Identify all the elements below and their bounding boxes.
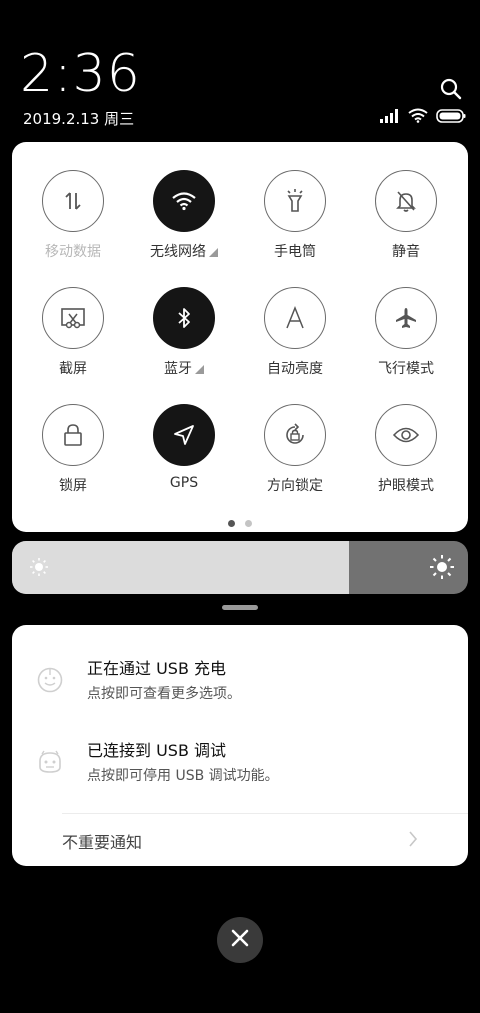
status-icons xyxy=(380,108,466,127)
tile-screenshot[interactable]: 截屏 xyxy=(23,287,123,378)
tile-label: 飞行模式 xyxy=(378,361,434,377)
drag-handle[interactable] xyxy=(222,605,258,610)
auto-brightness-icon xyxy=(264,287,326,349)
notification-title: 已连接到 USB 调试 xyxy=(87,741,227,760)
brightness-low-icon xyxy=(30,558,48,580)
tile-label: GPS xyxy=(169,475,199,491)
signal-icon xyxy=(380,108,400,127)
unimportant-notifications-link[interactable]: 不重要通知 xyxy=(62,829,142,853)
tile-mobile-data[interactable]: 移动数据 xyxy=(23,170,123,261)
android-debug-icon xyxy=(37,749,63,775)
clock-date: 2019.2.13 周三 xyxy=(23,110,135,128)
tile-label: 锁屏 xyxy=(59,478,87,494)
expand-triangle-icon xyxy=(195,365,204,374)
notification-panel: 正在通过 USB 充电 点按即可查看更多选项。 已连接到 USB 调试 点按即可… xyxy=(12,625,468,866)
tile-label: 自动亮度 xyxy=(267,361,323,377)
eye-icon xyxy=(375,404,437,466)
rotation-lock-icon xyxy=(264,404,326,466)
search-icon[interactable] xyxy=(440,78,462,100)
divider xyxy=(62,813,468,814)
tile-label: 移动数据 xyxy=(45,244,101,260)
brightness-slider[interactable] xyxy=(12,541,468,594)
flashlight-icon xyxy=(264,170,326,232)
wifi-status-icon xyxy=(408,108,428,127)
tile-rotation-lock[interactable]: 方向锁定 xyxy=(245,404,345,495)
brightness-high-icon xyxy=(430,555,454,583)
close-icon xyxy=(231,929,249,951)
quick-settings-panel: 移动数据 无线网络 手电筒 静音 截屏 蓝牙 自动亮度 飞行模式 锁屏 GPS … xyxy=(12,142,468,532)
brightness-fill xyxy=(12,541,350,594)
clear-all-button[interactable] xyxy=(217,917,263,963)
tile-eye-care[interactable]: 护眼模式 xyxy=(356,404,456,495)
tile-gps[interactable]: GPS xyxy=(134,404,234,491)
tile-label: 截屏 xyxy=(59,361,87,377)
tile-mute[interactable]: 静音 xyxy=(356,170,456,261)
page-dot[interactable] xyxy=(245,520,252,527)
tile-bluetooth[interactable]: 蓝牙 xyxy=(134,287,234,378)
clock-time: 2:36 xyxy=(20,44,141,104)
tile-label: 蓝牙 xyxy=(164,361,192,377)
lock-icon xyxy=(42,404,104,466)
tile-label: 护眼模式 xyxy=(378,478,434,494)
tile-label: 无线网络 xyxy=(150,244,206,260)
notification-text: 点按即可查看更多选项。 xyxy=(87,686,241,702)
chevron-right-icon[interactable] xyxy=(408,830,418,852)
notification-usb-debugging[interactable]: 已连接到 USB 调试 点按即可停用 USB 调试功能。 xyxy=(12,735,468,805)
tile-flashlight[interactable]: 手电筒 xyxy=(245,170,345,261)
mobile-data-icon xyxy=(42,170,104,232)
notification-title: 正在通过 USB 充电 xyxy=(87,659,227,678)
tile-label: 静音 xyxy=(392,244,420,260)
tile-lock-screen[interactable]: 锁屏 xyxy=(23,404,123,495)
mute-bell-icon xyxy=(375,170,437,232)
page-indicator xyxy=(12,520,468,527)
usb-charging-icon xyxy=(37,667,63,693)
tile-airplane[interactable]: 飞行模式 xyxy=(356,287,456,378)
screenshot-icon xyxy=(42,287,104,349)
battery-icon xyxy=(436,108,466,127)
gps-icon xyxy=(153,404,215,466)
notification-usb-charging[interactable]: 正在通过 USB 充电 点按即可查看更多选项。 xyxy=(12,653,468,723)
tile-label: 手电筒 xyxy=(274,244,316,260)
bluetooth-icon xyxy=(153,287,215,349)
tile-wifi[interactable]: 无线网络 xyxy=(134,170,234,261)
page-dot-active xyxy=(228,520,235,527)
expand-triangle-icon xyxy=(209,248,218,257)
tile-auto-brightness[interactable]: 自动亮度 xyxy=(245,287,345,378)
airplane-icon xyxy=(375,287,437,349)
notification-text: 点按即可停用 USB 调试功能。 xyxy=(87,768,279,784)
wifi-icon xyxy=(153,170,215,232)
tile-label: 方向锁定 xyxy=(267,478,323,494)
